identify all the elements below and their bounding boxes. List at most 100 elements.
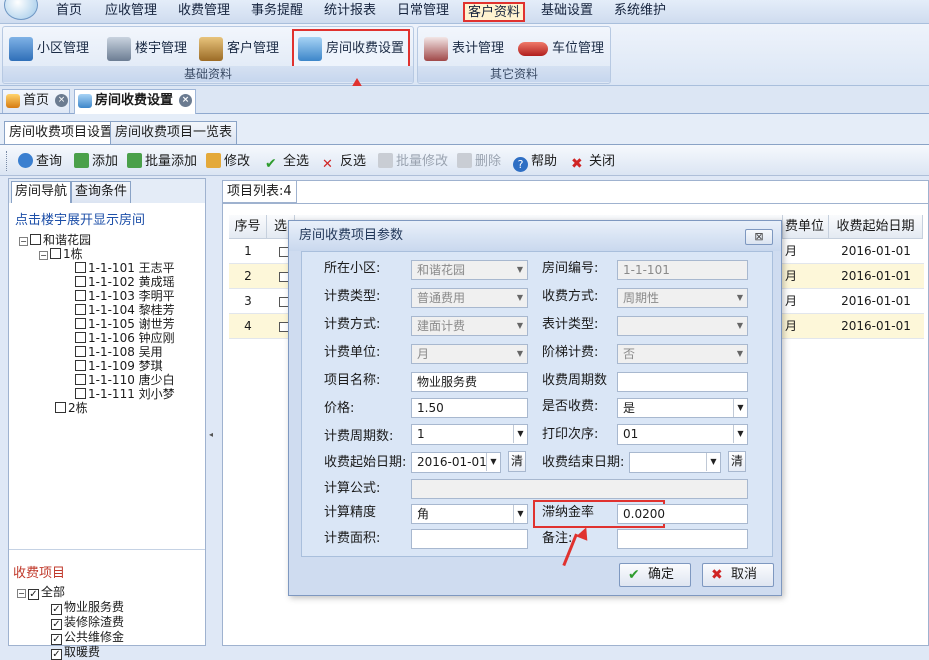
close-button[interactable]: ✖ 关闭 <box>571 152 615 172</box>
batch-add-button[interactable]: 批量添加 <box>127 152 197 172</box>
checkbox[interactable] <box>75 388 86 399</box>
tree-node-room[interactable]: 1-1-102 黄成瑶 <box>75 275 175 289</box>
tab-room-fee-settings[interactable]: 房间收费设置 × <box>74 89 196 114</box>
collapse-icon[interactable]: − <box>39 251 48 260</box>
close-icon[interactable]: × <box>179 94 193 107</box>
parking-mgmt-button[interactable]: 车位管理 <box>518 33 604 65</box>
item-name-input[interactable]: 物业服务费 <box>411 372 528 392</box>
select-all-button[interactable]: ✔ 全选 <box>265 152 309 172</box>
checkbox-checked[interactable]: ✓ <box>28 589 39 600</box>
tree-node-room[interactable]: 1-1-110 唐少白 <box>75 373 175 387</box>
tree-node-room[interactable]: 1-1-103 李明平 <box>75 289 175 303</box>
checkbox[interactable] <box>75 346 86 357</box>
menu-reminders[interactable]: 事务提醒 <box>246 2 308 22</box>
column-header-start-date[interactable]: 收费起始日期 <box>829 215 923 239</box>
app-logo-icon[interactable] <box>4 0 38 20</box>
is-charge-select[interactable]: 是 ▼ <box>617 398 748 418</box>
building-mgmt-button[interactable]: 楼宇管理 <box>107 33 187 65</box>
chevron-down-icon[interactable]: ▼ <box>513 425 527 443</box>
community-mgmt-button[interactable]: 小区管理 <box>9 33 89 65</box>
calendar-dropdown-icon[interactable]: ▼ <box>486 453 500 471</box>
room-no-field[interactable]: 1-1-101 <box>617 260 748 280</box>
tiered-select[interactable]: 否 ▼ <box>617 344 748 364</box>
precision-select[interactable]: 角 ▼ <box>411 504 528 524</box>
add-button[interactable]: 添加 <box>74 152 118 172</box>
checkbox-checked[interactable]: ✓ <box>51 619 62 630</box>
close-icon[interactable]: × <box>55 94 69 107</box>
start-date-picker[interactable]: 2016-01-01 ▼ <box>411 452 501 473</box>
tree-node-room[interactable]: 1-1-109 梦琪 <box>75 359 175 373</box>
price-input[interactable]: 1.50 <box>411 398 528 418</box>
dialog-close-icon[interactable]: ⊠ <box>745 229 773 245</box>
menu-system[interactable]: 系统维护 <box>609 2 671 22</box>
tree-node-all[interactable]: − ✓ 全部 <box>17 585 124 600</box>
menu-receivables[interactable]: 应收管理 <box>100 2 162 22</box>
tree-node-fee-item[interactable]: ✓ 公共维修金 <box>51 630 124 645</box>
tree-node-fee-item[interactable]: ✓ 装修除渣费 <box>51 615 124 630</box>
unit-select[interactable]: 月 ▼ <box>411 344 528 364</box>
menu-daily[interactable]: 日常管理 <box>392 2 454 22</box>
tab-fee-item-settings[interactable]: 房间收费项目设置 <box>4 121 119 145</box>
menu-customer-data[interactable]: 客户资料 <box>463 2 525 22</box>
menu-charges[interactable]: 收费管理 <box>173 2 235 22</box>
column-header-seq[interactable]: 序号 <box>229 215 267 239</box>
checkbox[interactable] <box>75 304 86 315</box>
clear-end-date-button[interactable]: 清 <box>728 451 746 472</box>
area-input[interactable] <box>411 529 528 549</box>
tab-fee-item-list[interactable]: 房间收费项目一览表 <box>110 121 238 144</box>
formula-field[interactable] <box>411 479 748 499</box>
customer-mgmt-button[interactable]: 客户管理 <box>199 33 279 65</box>
checkbox[interactable] <box>75 262 86 273</box>
chevron-down-icon[interactable]: ▼ <box>733 425 747 443</box>
tab-home[interactable]: 首页 × <box>2 89 70 113</box>
ok-button[interactable]: ✔ 确定 <box>619 563 691 587</box>
collapse-icon[interactable]: − <box>17 589 26 598</box>
checkbox[interactable] <box>75 332 86 343</box>
tree-node-room[interactable]: 1-1-106 钟应刚 <box>75 331 175 345</box>
column-header-unit[interactable]: 费单位 <box>783 215 829 239</box>
note-input[interactable] <box>617 529 748 549</box>
charge-cycles-input[interactable] <box>617 372 748 392</box>
charge-mode-select[interactable]: 周期性 ▼ <box>617 288 748 308</box>
room-fee-settings-button[interactable]: 房间收费设置 <box>292 29 411 69</box>
tab-room-navigation[interactable]: 房间导航 <box>11 181 72 203</box>
tree-node-community[interactable]: − 和谐花园 <box>19 233 175 247</box>
chevron-down-icon[interactable]: ▼ <box>733 399 747 417</box>
checkbox[interactable] <box>50 248 61 259</box>
panel-splitter[interactable]: ◂ <box>206 178 216 646</box>
checkbox[interactable] <box>75 276 86 287</box>
checkbox[interactable] <box>75 290 86 301</box>
checkbox[interactable] <box>75 360 86 371</box>
collapse-icon[interactable]: − <box>19 237 28 246</box>
clear-start-date-button[interactable]: 清 <box>508 451 526 472</box>
fee-type-select[interactable]: 普通费用 ▼ <box>411 288 528 308</box>
invert-select-button[interactable]: ✕ 反选 <box>322 152 366 172</box>
tree-node-room[interactable]: 1-1-105 谢世芳 <box>75 317 175 331</box>
checkbox-checked[interactable]: ✓ <box>51 634 62 645</box>
batch-edit-button[interactable]: 批量修改 <box>378 152 448 172</box>
calc-cycles-select[interactable]: 1 ▼ <box>411 424 528 445</box>
menu-home[interactable]: 首页 <box>50 2 88 22</box>
delete-button[interactable]: 删除 <box>457 152 501 172</box>
checkbox[interactable] <box>75 374 86 385</box>
checkbox[interactable] <box>55 402 66 413</box>
tree-node-room[interactable]: 1-1-108 吴用 <box>75 345 175 359</box>
tab-query-conditions[interactable]: 查询条件 <box>71 181 132 203</box>
chevron-down-icon[interactable]: ▼ <box>513 505 527 523</box>
help-button[interactable]: ? 帮助 <box>513 152 557 172</box>
query-button[interactable]: 查询 <box>18 152 62 172</box>
checkbox-checked[interactable]: ✓ <box>51 649 62 660</box>
print-order-select[interactable]: 01 ▼ <box>617 424 748 445</box>
meter-type-select[interactable]: ▼ <box>617 316 748 336</box>
tab-item-list[interactable]: 项目列表:4 <box>223 181 297 203</box>
end-date-picker[interactable]: ▼ <box>629 452 721 473</box>
calc-mode-select[interactable]: 建面计费 ▼ <box>411 316 528 336</box>
edit-button[interactable]: 修改 <box>206 152 250 172</box>
tree-node-fee-item[interactable]: ✓ 取暖费 <box>51 645 124 660</box>
tree-node-fee-item[interactable]: ✓ 物业服务费 <box>51 600 124 615</box>
menu-reports[interactable]: 统计报表 <box>319 2 381 22</box>
checkbox[interactable] <box>30 234 41 245</box>
tree-node-room[interactable]: 1-1-111 刘小梦 <box>75 387 175 401</box>
cancel-button[interactable]: ✖ 取消 <box>702 563 774 587</box>
tree-node-building-1[interactable]: −1栋 <box>19 247 175 261</box>
